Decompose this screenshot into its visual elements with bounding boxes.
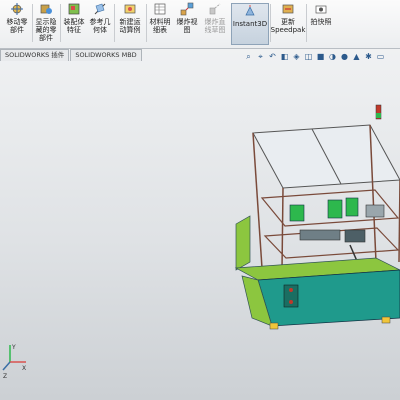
motion-study-icon	[124, 4, 136, 14]
new-motion-study-button[interactable]: 新建运 动算例	[116, 2, 144, 44]
button-label: 爆炸直	[204, 18, 226, 26]
button-label: 藏的零	[35, 26, 57, 34]
explode-line-icon	[209, 3, 221, 15]
show-hidden-icon	[40, 4, 52, 14]
machine-model	[234, 104, 400, 330]
reference-geometry-button[interactable]: 参考几 何体	[88, 2, 112, 44]
button-label: 特征	[67, 26, 81, 34]
assembly-features-button[interactable]: 装配体 特征	[62, 2, 86, 44]
snapshot-icon	[315, 5, 327, 14]
bill-of-materials-button[interactable]: 材料明 细表	[148, 2, 172, 44]
view-orientation-icon[interactable]: ◫	[304, 52, 313, 61]
left-door-panel	[235, 215, 251, 271]
show-hidden-components-button[interactable]: 显示隐 藏的零 部件	[34, 2, 58, 44]
triad-x-label: X	[22, 365, 26, 372]
bom-table-icon	[154, 3, 166, 15]
heads-up-view-toolbar: ⌕ ⌖ ↶ ◧ ◈ ◫ ■ ◑ ● ▲ ✱ ▭	[244, 52, 385, 61]
exploded-view-button[interactable]: 爆炸视 图	[174, 2, 200, 44]
button-label: 部件	[39, 34, 53, 42]
command-manager-tabs: SOLIDWORKS 插件 SOLIDWORKS MBD	[0, 49, 143, 61]
button-label: 参考几	[89, 18, 111, 26]
command-manager-ribbon: 移动零 部件 显示隐 藏的零 部件 装配体 特征 参考几 何体 新建运 动算例 …	[0, 0, 400, 49]
mechanism-part	[327, 199, 343, 219]
move-component-button[interactable]: 移动零 部件	[4, 2, 30, 44]
view-settings-icon[interactable]: ✱	[364, 52, 373, 61]
button-label: Instant3D	[232, 20, 268, 28]
button-label: 材料明	[149, 18, 171, 26]
ribbon-divider	[146, 4, 147, 42]
hide-show-icon[interactable]: ◑	[328, 52, 337, 61]
button-label: 部件	[10, 26, 24, 34]
mechanism-part	[289, 204, 305, 222]
exploded-view-icon	[180, 2, 194, 16]
button-label: 线草图	[204, 26, 226, 34]
button-label: 装配体	[63, 18, 85, 26]
ribbon-divider	[32, 4, 33, 42]
scene-icon[interactable]: ▲	[352, 52, 361, 61]
speedpak-icon	[282, 4, 294, 14]
graphics-area[interactable]: Y X Z	[0, 62, 400, 400]
triad-z-label: Z	[3, 373, 7, 380]
display-style-icon[interactable]: ■	[316, 52, 325, 61]
monitor-icon[interactable]: ▭	[376, 52, 385, 61]
mechanism-part	[345, 197, 359, 217]
reference-triad: Y X Z	[2, 344, 26, 380]
button-label: 拍快照	[310, 18, 332, 26]
previous-view-icon[interactable]: ↶	[268, 52, 277, 61]
base-cabinet-front	[257, 269, 400, 327]
zoom-fit-icon[interactable]: ⌕	[244, 52, 253, 61]
ribbon-divider	[60, 4, 61, 42]
button-label: 新建运	[119, 18, 141, 26]
button-label: 移动零	[6, 18, 28, 26]
tab-solidworks-mbd[interactable]: SOLIDWORKS MBD	[70, 49, 142, 61]
ribbon-divider	[270, 4, 271, 42]
button-label: 何体	[93, 26, 107, 34]
instant3d-icon	[245, 5, 255, 16]
dynamic-annotation-icon[interactable]: ◈	[292, 52, 301, 61]
button-label: 爆炸视	[176, 18, 198, 26]
button-label: 显示隐	[35, 18, 57, 26]
section-view-icon[interactable]: ◧	[280, 52, 289, 61]
button-label: Speedpak	[270, 26, 306, 34]
tab-solidworks-addins[interactable]: SOLIDWORKS 插件	[0, 49, 70, 61]
button-label: 细表	[153, 26, 167, 34]
reference-geometry-icon	[94, 3, 106, 15]
triad-y-label: Y	[11, 344, 16, 351]
assembly-features-icon	[68, 3, 80, 15]
explode-line-sketch-button[interactable]: 爆炸直 线草图	[202, 2, 228, 44]
button-label: 图	[183, 26, 191, 34]
take-snapshot-button[interactable]: 拍快照	[308, 2, 334, 44]
instant3d-button[interactable]: Instant3D	[231, 3, 269, 45]
ribbon-divider	[306, 4, 307, 42]
ribbon-divider	[114, 4, 115, 42]
zoom-area-icon[interactable]: ⌖	[256, 52, 265, 61]
update-speedpak-button[interactable]: 更新 Speedpak	[270, 2, 306, 44]
edit-appearance-icon[interactable]: ●	[340, 52, 349, 61]
button-label: 动算例	[119, 26, 141, 34]
move-component-icon	[11, 3, 23, 15]
button-label: 更新	[281, 18, 295, 26]
